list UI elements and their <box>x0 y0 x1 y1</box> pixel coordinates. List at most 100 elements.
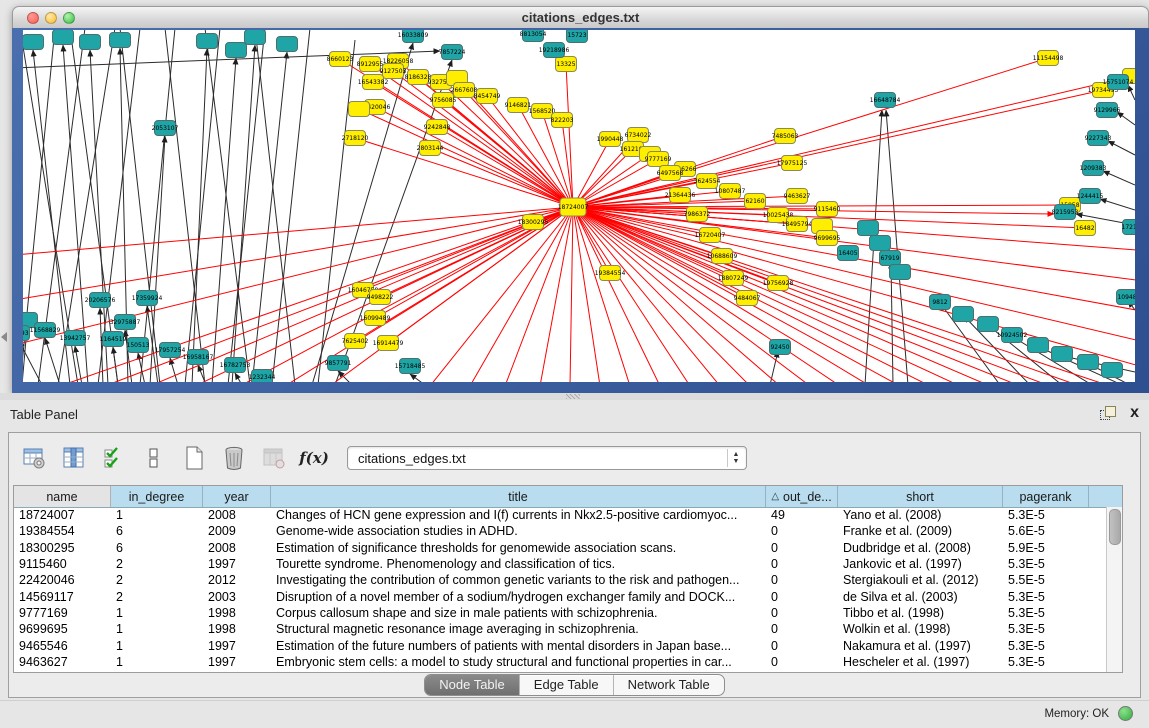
table-cell[interactable]: 1997 <box>203 655 271 669</box>
table-cell[interactable]: Changes of HCN gene expression and I(f) … <box>271 508 766 522</box>
network-node[interactable] <box>1052 347 1073 362</box>
table-cell[interactable]: 1998 <box>203 622 271 636</box>
network-edge[interactable] <box>212 58 236 382</box>
column-header-year[interactable]: year <box>203 486 271 507</box>
network-node[interactable] <box>858 221 879 236</box>
table-cell[interactable]: 2008 <box>203 541 271 555</box>
table-row[interactable]: 977716911998Corpus callosum shape and si… <box>14 605 1107 621</box>
table-cell[interactable]: 9777169 <box>14 606 111 620</box>
column-header-name[interactable]: name <box>14 486 111 507</box>
table-row[interactable]: 1830029562008Estimation of significance … <box>14 540 1107 556</box>
table-cell[interactable]: 9115460 <box>14 557 111 571</box>
network-node[interactable] <box>953 307 974 322</box>
table-cell[interactable]: 1 <box>111 655 203 669</box>
table-row[interactable]: 2242004622012Investigating the contribut… <box>14 572 1107 588</box>
table-cell[interactable]: 0 <box>766 541 838 555</box>
table-cell[interactable]: 19384554 <box>14 524 111 538</box>
network-edge[interactable] <box>470 207 573 382</box>
table-cell[interactable]: 0 <box>766 557 838 571</box>
column-header-pagerank[interactable]: pagerank <box>1003 486 1089 507</box>
network-edge[interactable] <box>23 207 573 255</box>
table-cell[interactable]: Tibbo et al. (1998) <box>838 606 1003 620</box>
table-row[interactable]: 946554611997Estimation of the future num… <box>14 637 1107 653</box>
network-edge[interactable] <box>540 207 573 382</box>
table-row[interactable]: 1456911722003Disruption of a novel membe… <box>14 588 1107 604</box>
network-edge[interactable] <box>228 30 265 382</box>
table-cell[interactable]: Yano et al. (2008) <box>838 508 1003 522</box>
table-cell[interactable]: 5.5E-5 <box>1003 573 1089 587</box>
network-edge[interactable] <box>1128 85 1135 100</box>
network-edge[interactable] <box>272 30 310 382</box>
table-cell[interactable]: 6 <box>111 524 203 538</box>
table-cell[interactable]: 22420046 <box>14 573 111 587</box>
column-header-title[interactable]: title <box>271 486 766 507</box>
network-edge[interactable] <box>373 82 573 207</box>
table-cell[interactable]: 49 <box>766 508 838 522</box>
table-cell[interactable]: 5.3E-5 <box>1003 655 1089 669</box>
network-edge[interactable] <box>75 346 82 382</box>
table-cell[interactable]: Wolkin et al. (1998) <box>838 622 1003 636</box>
table-cell[interactable]: 2 <box>111 590 203 604</box>
network-node[interactable] <box>277 37 298 52</box>
table-cell[interactable]: 5.6E-5 <box>1003 524 1089 538</box>
table-row[interactable]: 1872400712008Changes of HCN gene express… <box>14 507 1107 523</box>
network-edge[interactable] <box>58 30 115 382</box>
network-edge[interactable] <box>505 207 573 382</box>
table-row[interactable]: 969969511998Structural magnetic resonanc… <box>14 621 1107 637</box>
network-edge[interactable] <box>573 207 1135 365</box>
network-edge[interactable] <box>255 30 295 382</box>
table-cell[interactable]: 9465546 <box>14 639 111 653</box>
network-edge[interactable] <box>359 109 573 207</box>
network-edge[interactable] <box>185 30 220 382</box>
table-cell[interactable]: 18300295 <box>14 541 111 555</box>
panel-splitter[interactable] <box>0 393 1149 400</box>
table-cell[interactable]: 0 <box>766 639 838 653</box>
table-cell[interactable]: Tourette syndrome. Phenomenology and cla… <box>271 557 766 571</box>
table-cell[interactable]: Hescheler et al. (1997) <box>838 655 1003 669</box>
network-edge[interactable] <box>891 262 893 382</box>
network-edge[interactable] <box>312 43 413 382</box>
panel-collapse-arrow-icon[interactable] <box>1 332 7 342</box>
table-cell[interactable]: 0 <box>766 606 838 620</box>
tab-node-table[interactable]: Node Table <box>425 675 520 695</box>
network-edge[interactable] <box>570 207 573 382</box>
network-node[interactable] <box>23 35 44 50</box>
splitter-grip-icon[interactable] <box>566 394 580 399</box>
citation-network-graph[interactable]: 1830029586601238912955182260589127503165… <box>23 30 1135 382</box>
table-cell[interactable]: 0 <box>766 622 838 636</box>
row-height-icon[interactable] <box>139 443 169 473</box>
function-builder-icon[interactable]: f(x) <box>299 443 329 473</box>
table-cell[interactable]: Genome-wide association studies in ADHD. <box>271 524 766 538</box>
close-panel-icon[interactable]: x <box>1130 406 1139 420</box>
table-cell[interactable]: Estimation of the future numbers of pati… <box>271 639 766 653</box>
network-node[interactable] <box>110 33 131 48</box>
table-cell[interactable]: 5.3E-5 <box>1003 590 1089 604</box>
table-cell[interactable]: 9463627 <box>14 655 111 669</box>
network-node[interactable] <box>890 265 911 280</box>
network-node[interactable] <box>80 35 101 50</box>
table-cell[interactable]: 14569117 <box>14 590 111 604</box>
network-edge[interactable] <box>113 347 118 382</box>
network-edge[interactable] <box>573 207 1020 382</box>
table-cell[interactable]: 1998 <box>203 606 271 620</box>
float-panel-icon[interactable] <box>1100 406 1116 420</box>
network-edge[interactable] <box>1103 171 1135 185</box>
network-edge[interactable] <box>573 207 600 382</box>
network-node[interactable] <box>245 30 266 45</box>
table-cell[interactable]: 2 <box>111 557 203 571</box>
table-select-dropdown[interactable]: citations_edges.txt ▲▼ <box>347 446 747 470</box>
network-edge[interactable] <box>235 373 242 382</box>
table-cell[interactable]: Jankovic et al. (1997) <box>838 557 1003 571</box>
tab-network-table[interactable]: Network Table <box>614 675 724 695</box>
table-cell[interactable]: 1 <box>111 639 203 653</box>
table-cell[interactable]: 0 <box>766 524 838 538</box>
table-vertical-scrollbar[interactable] <box>1106 507 1122 672</box>
table-cell[interactable]: Franke et al. (2009) <box>838 524 1003 538</box>
network-edge[interactable] <box>770 351 778 382</box>
table-cell[interactable]: 1997 <box>203 557 271 571</box>
table-cell[interactable]: Corpus callosum shape and size in male p… <box>271 606 766 620</box>
table-cell[interactable]: 2009 <box>203 524 271 538</box>
table-cell[interactable]: Nakamura et al. (1997) <box>838 639 1003 653</box>
table-cell[interactable]: 0 <box>766 573 838 587</box>
network-node[interactable] <box>226 43 247 58</box>
